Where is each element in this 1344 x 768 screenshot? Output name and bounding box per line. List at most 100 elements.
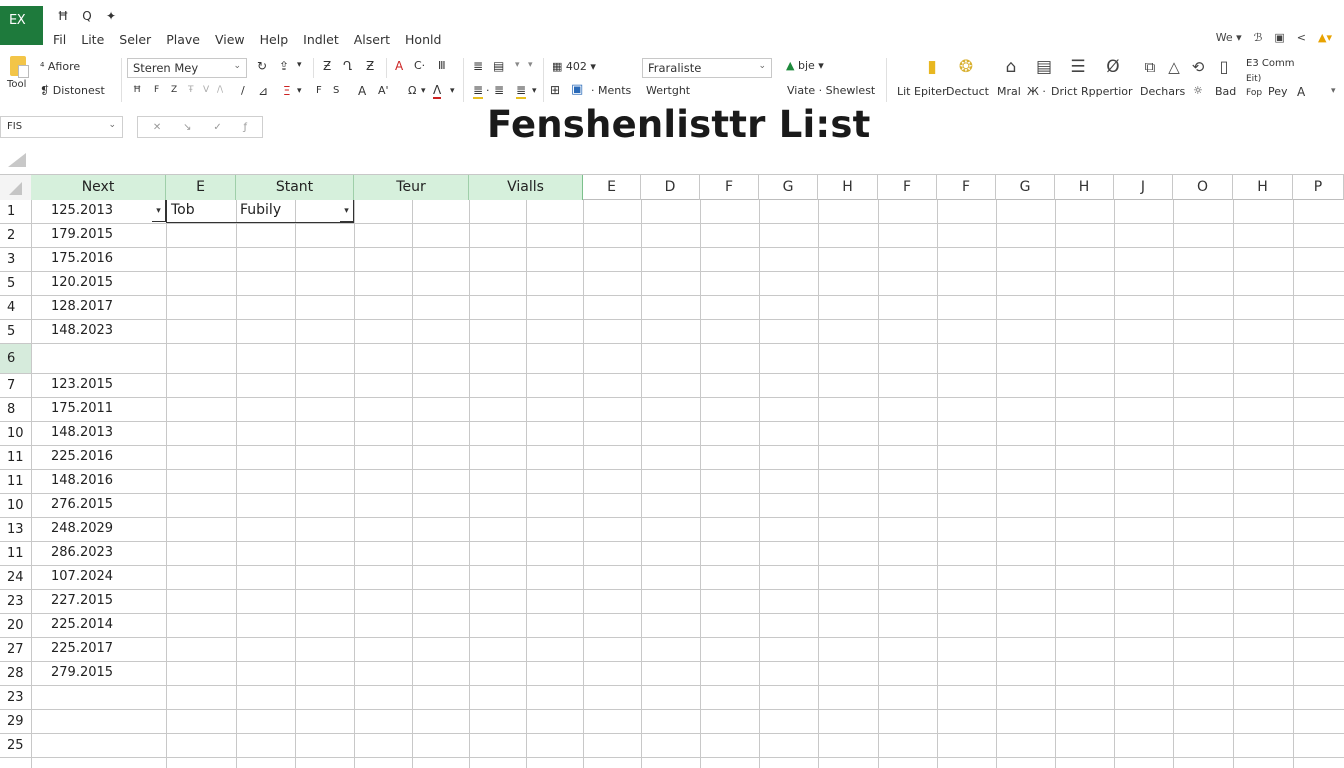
- ribbon-label-pey[interactable]: Pey: [1268, 85, 1288, 98]
- slash-icon[interactable]: /: [241, 84, 245, 97]
- row-header[interactable]: 3: [0, 248, 31, 272]
- cell-value[interactable]: 148.2013: [51, 425, 113, 440]
- row-header[interactable]: 28: [0, 662, 31, 686]
- style-select[interactable]: Fraraliste ⌄: [642, 58, 772, 78]
- subscript-icon[interactable]: V: [203, 85, 209, 95]
- cell-value[interactable]: 107.2024: [51, 569, 113, 584]
- merge-icon[interactable]: ≣: [516, 83, 527, 99]
- save-icon[interactable]: Ħ: [56, 9, 70, 23]
- ribbon-label-epiter[interactable]: Epiter: [914, 85, 947, 98]
- fill-color-icon[interactable]: A: [395, 59, 403, 73]
- chevron-down-icon[interactable]: ▾: [297, 60, 302, 70]
- select-all-corner[interactable]: [0, 175, 31, 200]
- cell-value[interactable]: 175.2016: [51, 251, 113, 266]
- row-header[interactable]: 8: [0, 398, 31, 422]
- ribbon-label-a[interactable]: A: [1297, 85, 1305, 99]
- highlight-icon[interactable]: Ω: [408, 84, 416, 97]
- menu-plave[interactable]: Plave: [166, 32, 200, 47]
- window-icon[interactable]: ▣: [1274, 31, 1284, 44]
- sheet-view-button[interactable]: Viate · Shewlest: [787, 84, 875, 97]
- comments-button[interactable]: · Ments: [591, 84, 631, 97]
- back-icon[interactable]: <: [1297, 31, 1306, 44]
- column-header[interactable]: Teur: [354, 175, 469, 200]
- app-logo[interactable]: EX: [0, 6, 43, 45]
- warning-icon[interactable]: ▲▾: [1318, 31, 1332, 44]
- home-icon[interactable]: ⌂: [1001, 56, 1021, 78]
- document-icon[interactable]: ▤: [1034, 56, 1054, 78]
- ribbon-label-bad[interactable]: Bad: [1215, 85, 1236, 98]
- paste-icon[interactable]: [10, 56, 29, 78]
- cell-value[interactable]: 123.2015: [51, 377, 113, 392]
- copy-icon[interactable]: ⧉: [1140, 56, 1160, 78]
- chevron-down-icon[interactable]: ▾: [532, 86, 537, 96]
- ribbon-expand-icon[interactable]: ▾: [1331, 86, 1336, 96]
- cell-value[interactable]: 175.2011: [51, 401, 113, 416]
- ribbon-label-lit[interactable]: Lit: [897, 85, 911, 98]
- share-icon[interactable]: ℬ: [1254, 31, 1263, 44]
- cell-value[interactable]: 125.2013: [51, 203, 113, 218]
- chevron-down-icon[interactable]: ▾: [528, 60, 533, 70]
- menu-file[interactable]: Fil: [53, 32, 66, 47]
- column-header[interactable]: H: [1233, 175, 1293, 200]
- clear-icon[interactable]: C·: [414, 59, 425, 72]
- column-header[interactable]: F: [878, 175, 937, 200]
- format-painter-button[interactable]: ❡ Distonest: [40, 84, 105, 97]
- format-icon[interactable]: F: [316, 85, 322, 96]
- globe-icon[interactable]: Ø: [1103, 56, 1123, 78]
- search-icon[interactable]: Q: [80, 9, 94, 23]
- column-header[interactable]: G: [996, 175, 1055, 200]
- row-header[interactable]: 11: [0, 470, 31, 494]
- menu-honld[interactable]: Honld: [405, 32, 441, 47]
- cancel-icon[interactable]: ✕: [153, 122, 161, 133]
- row-header[interactable]: 23: [0, 590, 31, 614]
- style-icon[interactable]: S: [333, 85, 339, 96]
- table-icon[interactable]: ▣: [571, 82, 583, 97]
- row-header[interactable]: 11: [0, 542, 31, 566]
- row-header[interactable]: 10: [0, 494, 31, 518]
- row-header[interactable]: 27: [0, 638, 31, 662]
- row-header[interactable]: 11: [0, 446, 31, 470]
- cell-value[interactable]: 225.2014: [51, 617, 113, 632]
- column-header[interactable]: O: [1173, 175, 1233, 200]
- column-header[interactable]: F: [700, 175, 759, 200]
- triangle-icon[interactable]: △: [1164, 56, 1184, 78]
- row-header[interactable]: 5: [0, 320, 31, 344]
- refresh-icon[interactable]: ⟲: [1188, 56, 1208, 78]
- paste-label[interactable]: Tool: [7, 79, 26, 90]
- cell-value[interactable]: 120.2015: [51, 275, 113, 290]
- columns-icon[interactable]: Ⅲ: [438, 59, 446, 72]
- font-name-select[interactable]: Steren Mey ⌄: [127, 58, 247, 78]
- conditional-format-icon[interactable]: ⊞: [550, 83, 560, 97]
- arrow-icon[interactable]: ↘: [183, 122, 191, 133]
- dot-icon[interactable]: ·: [486, 84, 490, 97]
- chevron-down-icon[interactable]: ▾: [297, 86, 302, 96]
- column-header[interactable]: E: [583, 175, 641, 200]
- chevron-down-icon[interactable]: ▾: [515, 60, 520, 70]
- column-header[interactable]: F: [937, 175, 996, 200]
- cell-value[interactable]: 148.2023: [51, 323, 113, 338]
- ribbon-label-dechars[interactable]: Dechars: [1140, 85, 1185, 98]
- row-header[interactable]: 13: [0, 518, 31, 542]
- italic-icon[interactable]: F: [154, 85, 159, 95]
- redo-icon[interactable]: ↻: [257, 59, 267, 73]
- ribbon-label-symbol[interactable]: Ж ·: [1027, 85, 1046, 98]
- cell-value[interactable]: 276.2015: [51, 497, 113, 512]
- cell-dropdown-icon[interactable]: ▾: [152, 200, 166, 222]
- chevron-down-icon[interactable]: ▾: [450, 86, 455, 96]
- card-icon[interactable]: ☰: [1068, 56, 1088, 78]
- cell-value[interactable]: 279.2015: [51, 665, 113, 680]
- column-header[interactable]: H: [818, 175, 878, 200]
- font-color-a-icon[interactable]: A: [358, 84, 366, 98]
- font-color-button[interactable]: ▲ bje ▾: [786, 59, 824, 72]
- cell-value[interactable]: 286.2023: [51, 545, 113, 560]
- row-header[interactable]: 2: [0, 224, 31, 248]
- function-icon[interactable]: ƒ: [244, 122, 248, 133]
- row-header[interactable]: 10: [0, 422, 31, 446]
- column-header[interactable]: Next: [31, 175, 166, 200]
- menu-lite[interactable]: Lite: [81, 32, 104, 47]
- font-size-up-icon[interactable]: ⇪: [279, 59, 289, 73]
- ribbon-label-drict[interactable]: Drict: [1051, 85, 1077, 98]
- outdent-icon[interactable]: ≣: [494, 83, 504, 97]
- row-header[interactable]: 20: [0, 614, 31, 638]
- selected-dropdown-range[interactable]: [166, 200, 354, 223]
